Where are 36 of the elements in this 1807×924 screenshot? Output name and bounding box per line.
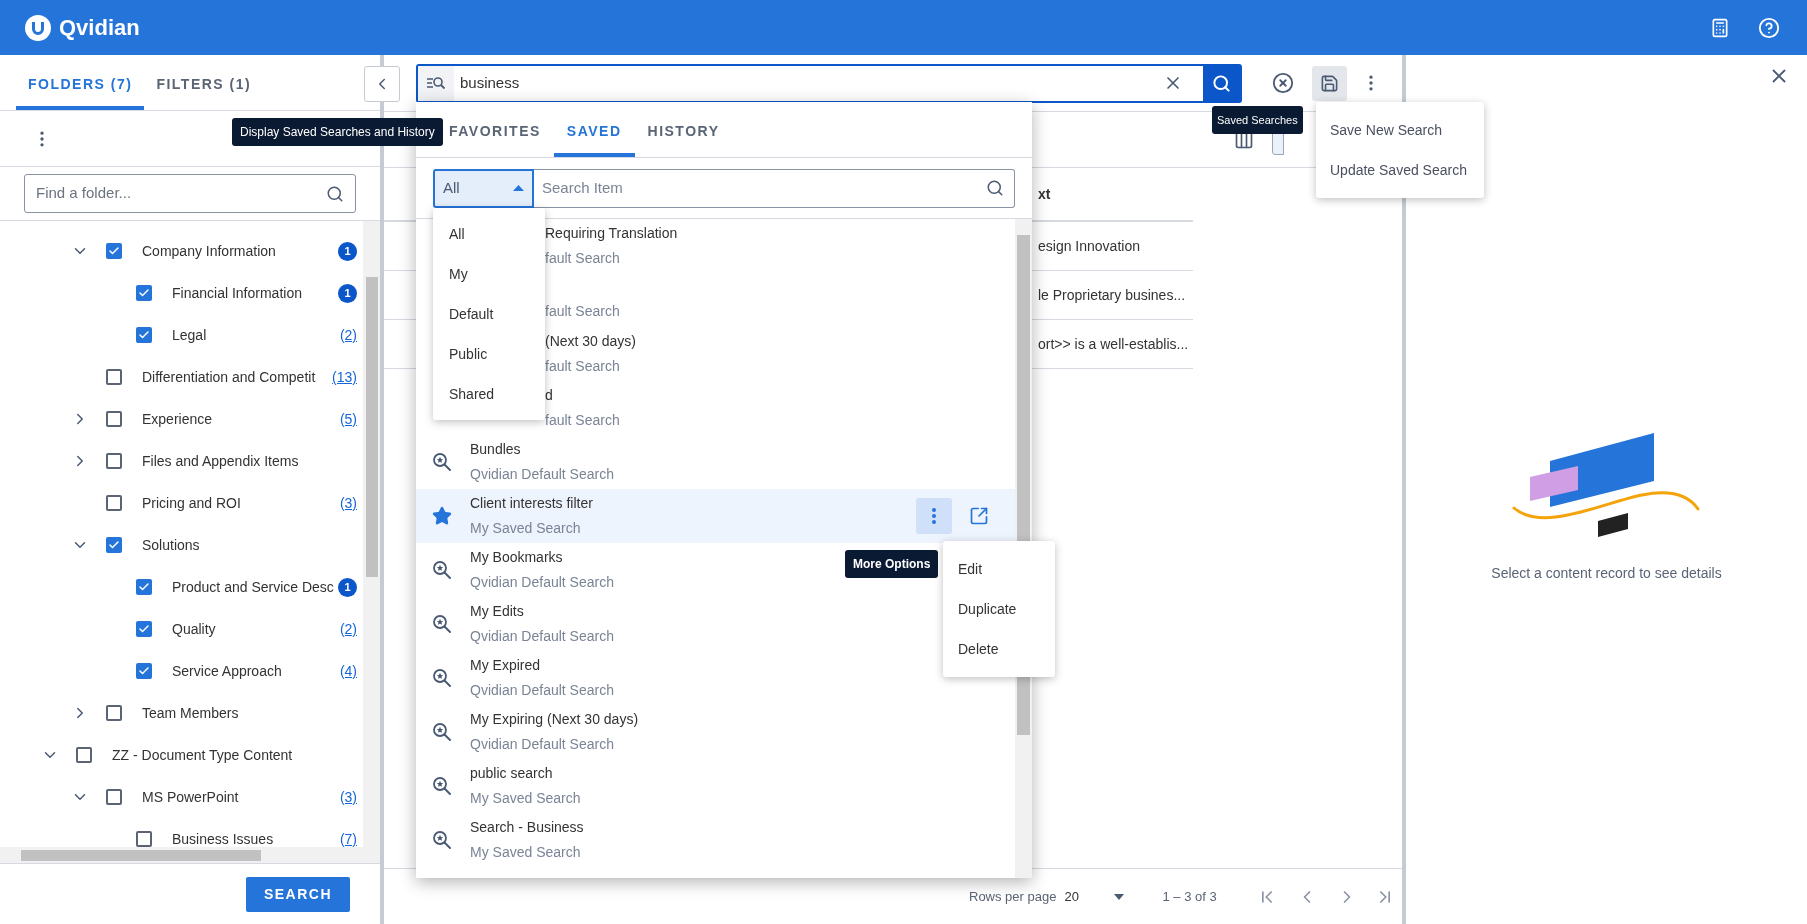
table-cell-text: esign Innovation xyxy=(1038,236,1140,256)
item-subtitle: fault Search xyxy=(545,249,621,268)
count-badge: 1 xyxy=(338,577,357,597)
app-title: Qvidian xyxy=(59,14,140,42)
item-subtitle: Qvidian Default Search xyxy=(470,465,614,484)
item-subtitle: fault Search xyxy=(545,357,621,376)
count-badge: 1 xyxy=(338,283,357,303)
tooltip: Saved Searches xyxy=(1212,106,1303,134)
item-subtitle: Qvidian Default Search xyxy=(470,627,614,646)
item-title: My Expiring (Next 30 days) xyxy=(470,710,639,729)
rows-per-page-label: Rows per page xyxy=(969,887,1057,906)
item-subtitle: Qvidian Default Search xyxy=(470,573,614,592)
item-title: d xyxy=(545,386,554,405)
tooltip: Display Saved Searches and History xyxy=(232,118,443,146)
item-subtitle: My Saved Search xyxy=(470,789,581,808)
item-subtitle: My Saved Search xyxy=(470,519,582,538)
item-title: public search xyxy=(470,764,554,783)
table-cell-text: le Proprietary busines... xyxy=(1038,285,1186,305)
item-title: (Next 30 days) xyxy=(545,332,637,351)
item-subtitle: My Saved Search xyxy=(470,843,582,862)
item-title: My Edits xyxy=(470,602,525,621)
item-title: My Bookmarks xyxy=(470,548,564,567)
item-title: Client interests filter xyxy=(470,494,593,513)
item-title: Bundles xyxy=(470,440,522,459)
item-title: Requiring Translation xyxy=(545,224,678,243)
item-subtitle: fault Search xyxy=(545,411,620,430)
empty-state-message: Select a content record to see details xyxy=(1491,564,1722,583)
item-subtitle: Qvidian Default Search xyxy=(470,681,614,700)
item-subtitle: Qvidian Default Search xyxy=(470,735,615,754)
item-subtitle: fault Search xyxy=(545,301,620,321)
item-title: Search - Business xyxy=(470,818,584,837)
page-range: 1 – 3 of 3 xyxy=(1162,887,1217,906)
count-badge: 1 xyxy=(338,241,357,261)
tooltip: More Options xyxy=(845,550,939,578)
item-title: My Expired xyxy=(470,656,542,675)
table-cell-text: ort>> is a well-establis... xyxy=(1038,334,1189,354)
